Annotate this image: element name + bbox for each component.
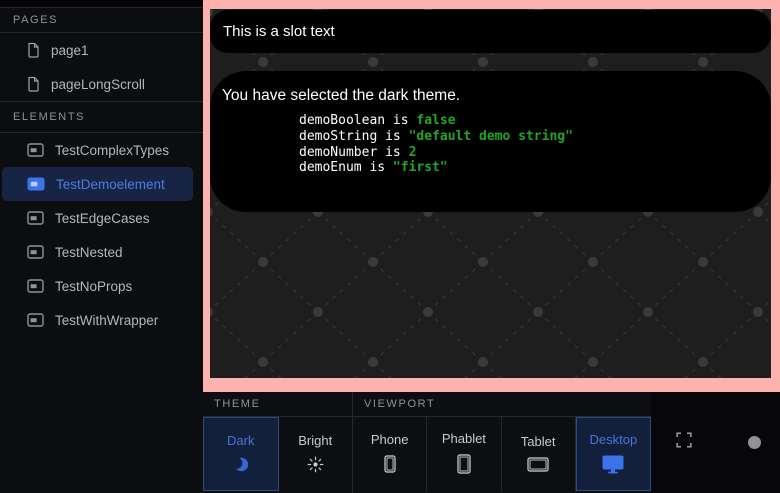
slot-text-box: This is a slot text — [210, 10, 771, 53]
code-line: demoBoolean is false — [299, 113, 456, 128]
file-icon — [27, 42, 40, 58]
sidebar-item-testedgecases[interactable]: TestEdgeCases — [0, 201, 203, 235]
sidebar-item-label: TestComplexTypes — [55, 143, 169, 158]
sun-icon — [307, 456, 324, 476]
element-icon — [27, 211, 44, 225]
sidebar-item-testnoprops[interactable]: TestNoProps — [0, 269, 203, 303]
moon-icon — [233, 456, 248, 476]
sidebar-item-label: page1 — [51, 43, 89, 58]
code-value: 2 — [409, 145, 417, 160]
sidebar-item-pagelongscroll[interactable]: pageLongScroll — [0, 67, 203, 101]
element-icon-selected — [27, 177, 45, 191]
desktop-monitor-icon — [602, 455, 624, 477]
sidebar-item-testwithwrapper[interactable]: TestWithWrapper — [0, 303, 203, 337]
sidebar-top-strip — [0, 0, 203, 8]
fullscreen-icon[interactable] — [676, 432, 692, 453]
sidebar-item-testcomplextypes[interactable]: TestComplexTypes — [0, 133, 203, 167]
theme-group-header: THEME — [203, 392, 352, 417]
sidebar-item-label: TestNoProps — [55, 279, 132, 294]
sidebar-item-testnested[interactable]: TestNested — [0, 235, 203, 269]
theme-dark-button[interactable]: Dark — [203, 417, 279, 491]
code-line: demoEnum is "first" — [299, 160, 448, 175]
viewport-phone-button[interactable]: Phone — [353, 417, 427, 491]
viewport-group: VIEWPORT Phone Phablet Tablet — [352, 392, 651, 493]
theme-dark-label: Dark — [227, 433, 254, 448]
sidebar-item-label: TestNested — [55, 245, 123, 260]
demo-props-code: demoBoolean is false demoString is "defa… — [299, 113, 759, 176]
sidebar-item-label: pageLongScroll — [51, 77, 145, 92]
viewport-tablet-label: Tablet — [521, 434, 556, 449]
toolbar-right-area — [651, 392, 780, 493]
code-value: false — [416, 113, 455, 128]
code-value: "default demo string" — [409, 129, 573, 144]
code-line: demoString is "default demo string" — [299, 129, 573, 144]
theme-bright-button[interactable]: Bright — [279, 417, 353, 491]
theme-bright-label: Bright — [298, 433, 332, 448]
viewport-desktop-label: Desktop — [590, 432, 638, 447]
elements-section-label: ELEMENTS — [13, 111, 85, 123]
element-icon — [27, 313, 44, 327]
status-dot[interactable] — [748, 436, 761, 449]
preview-canvas: This is a slot text You have selected th… — [210, 9, 771, 378]
sidebar-item-testdemoelement[interactable]: TestDemoelement — [2, 167, 193, 201]
viewport-desktop-button[interactable]: Desktop — [576, 417, 651, 491]
viewport-phablet-button[interactable]: Phablet — [427, 417, 501, 491]
phablet-icon — [457, 454, 471, 477]
sidebar: PAGES page1 pageLongScroll ELEMENTS Test… — [0, 0, 203, 493]
viewport-group-header: VIEWPORT — [353, 392, 651, 417]
slot-text: This is a slot text — [223, 23, 335, 40]
sidebar-item-label: TestWithWrapper — [55, 313, 158, 328]
sidebar-item-label: TestDemoelement — [56, 177, 165, 192]
phone-icon — [384, 455, 396, 476]
theme-status-heading: You have selected the dark theme. — [222, 86, 759, 105]
tablet-icon — [527, 457, 549, 475]
file-icon — [27, 76, 40, 92]
preview-toolbar: THEME Dark Bright — [203, 392, 780, 493]
sidebar-item-label: TestEdgeCases — [55, 211, 150, 226]
viewport-group-label: VIEWPORT — [364, 398, 435, 410]
demo-element-box: You have selected the dark theme. demoBo… — [210, 71, 771, 212]
viewport-phone-label: Phone — [371, 432, 409, 447]
viewport-tablet-button[interactable]: Tablet — [502, 417, 576, 491]
theme-group: THEME Dark Bright — [203, 392, 352, 493]
theme-group-label: THEME — [214, 398, 261, 410]
pages-section-label: PAGES — [13, 14, 58, 26]
viewport-phablet-label: Phablet — [442, 431, 486, 446]
element-icon — [27, 245, 44, 259]
code-line: demoNumber is 2 — [299, 145, 416, 160]
sidebar-section-elements: ELEMENTS — [0, 101, 203, 133]
element-icon — [27, 279, 44, 293]
element-icon — [27, 143, 44, 157]
preview-frame: This is a slot text You have selected th… — [203, 0, 780, 392]
sidebar-item-page1[interactable]: page1 — [0, 33, 203, 67]
sidebar-section-pages: PAGES — [0, 8, 203, 33]
code-value: "first" — [393, 160, 448, 175]
